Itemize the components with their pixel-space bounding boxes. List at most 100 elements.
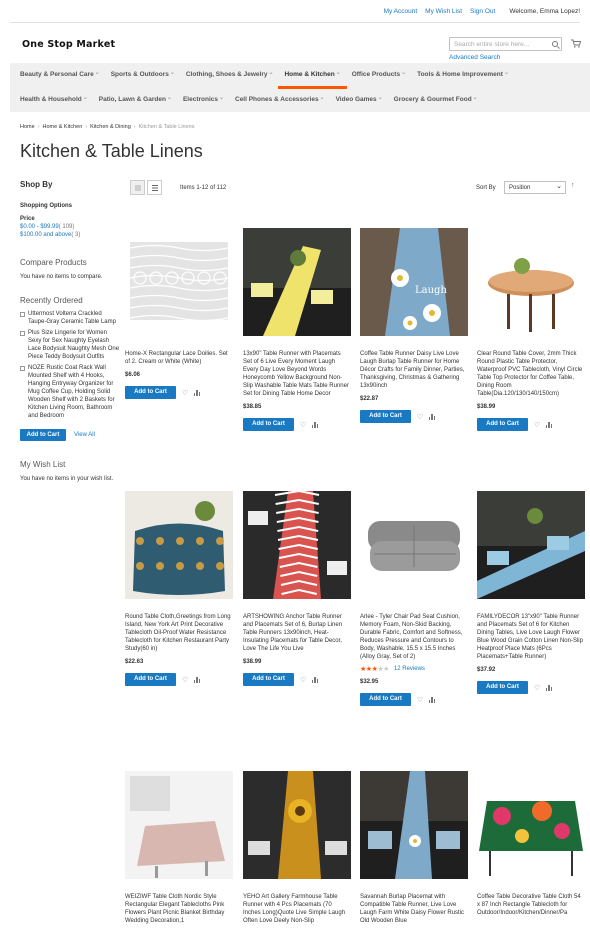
product-image[interactable]: [243, 771, 351, 879]
search-input[interactable]: Search entire store here...: [449, 37, 562, 51]
product-price: $37.92: [477, 667, 496, 673]
product-name[interactable]: Clear Round Table Cover, 2mm Thick Round…: [477, 350, 585, 398]
compare-bars-icon[interactable]: [546, 684, 552, 691]
active-indicator: [278, 86, 347, 89]
search-icon[interactable]: [552, 41, 558, 47]
product-actions: Add to Cart ♡: [477, 418, 585, 431]
product-name[interactable]: Round Table Cloth,Greetings from Long Is…: [125, 613, 233, 653]
add-to-cart-button[interactable]: Add to Cart: [243, 418, 294, 431]
product-name[interactable]: 13x90" Table Runner with Placemats Set o…: [243, 350, 351, 398]
wishlist-heart-icon[interactable]: ♡: [300, 421, 306, 429]
nav-electronics[interactable]: Electronics: [183, 94, 224, 103]
product-name[interactable]: YEHO Art Gallery Farmhouse Table Runner …: [243, 893, 351, 925]
wishlist-heart-icon[interactable]: ♡: [534, 421, 540, 429]
price-range-1[interactable]: $0.00 - $99.99( 109): [20, 224, 120, 230]
product-image[interactable]: [125, 771, 233, 879]
nav-health[interactable]: Health & Household: [20, 94, 88, 103]
list-mode-button[interactable]: [147, 180, 162, 195]
nav-sports[interactable]: Sports & Outdoors: [111, 69, 175, 78]
header-links: My Account My Wish List Sign Out Welcome…: [384, 8, 580, 15]
compare-bars-icon[interactable]: [429, 696, 435, 703]
recent-item-checkbox[interactable]: [20, 330, 25, 336]
arrow-up-icon[interactable]: ↑: [571, 182, 575, 189]
wishlist-heart-icon[interactable]: ♡: [182, 389, 188, 397]
nav-beauty[interactable]: Beauty & Personal Care: [20, 69, 100, 78]
add-to-cart-button[interactable]: Add to Cart: [125, 386, 176, 399]
add-to-cart-button[interactable]: Add to Cart: [125, 673, 176, 686]
product-image[interactable]: [477, 771, 585, 879]
compare-bars-icon[interactable]: [312, 676, 318, 683]
product-image[interactable]: [125, 491, 233, 599]
nav-office[interactable]: Office Products: [352, 69, 407, 78]
recent-add-to-cart-button[interactable]: Add to Cart: [20, 429, 66, 441]
product-image[interactable]: Laugh: [360, 228, 468, 336]
price-range-2[interactable]: $100.00 and above( 3): [20, 232, 120, 238]
breadcrumb-kitchen-dining[interactable]: Kitchen & Dining: [90, 124, 131, 130]
wishlist-heart-icon[interactable]: ♡: [417, 413, 423, 421]
sort-select[interactable]: Position: [504, 181, 566, 194]
product-name[interactable]: Coffee Table Runner Daisy Live Love Laug…: [360, 350, 468, 390]
nav-home-kitchen[interactable]: Home & Kitchen: [278, 69, 347, 89]
nav-grocery[interactable]: Grocery & Gourmet Food: [394, 94, 478, 103]
price-filter-title[interactable]: Price: [20, 216, 120, 222]
product-name[interactable]: ARTSHOWING Anchor Table Runner and Place…: [243, 613, 351, 653]
compare-bars-icon[interactable]: [312, 421, 318, 428]
breadcrumb-home[interactable]: Home: [20, 124, 35, 130]
product-image[interactable]: [243, 228, 351, 336]
advanced-search-link[interactable]: Advanced Search: [449, 54, 500, 61]
product-image[interactable]: [243, 491, 351, 599]
add-to-cart-button[interactable]: Add to Cart: [477, 681, 528, 694]
product-image[interactable]: [360, 491, 468, 599]
product-name[interactable]: Home-X Rectangular Lace Doilies. Set of …: [125, 350, 233, 366]
wishlist-heart-icon[interactable]: ♡: [417, 696, 423, 704]
product-name[interactable]: Savannah Burlap Placemat with Compatible…: [360, 893, 468, 925]
nav-video-games[interactable]: Video Games: [336, 94, 383, 103]
nav-patio[interactable]: Patio, Lawn & Garden: [99, 94, 172, 103]
product-name[interactable]: Arlee - Tyler Chair Pad Seat Cushion, Me…: [360, 613, 468, 661]
sign-out-link[interactable]: Sign Out: [470, 8, 495, 15]
recent-item-checkbox[interactable]: [20, 311, 25, 317]
nav-clothing[interactable]: Clothing, Shoes & Jewelry: [186, 69, 274, 78]
cart-icon[interactable]: [571, 39, 581, 48]
product-name[interactable]: WEIZIWF Table Cloth Nordic Style Rectang…: [125, 893, 233, 925]
recent-item-link[interactable]: Plus Size Lingerie for Women Sexy for Se…: [28, 329, 120, 361]
recent-item-link[interactable]: NOZE Rustic Coat Rack Wall Mounted Shelf…: [28, 364, 120, 420]
reviews-link[interactable]: 12 Reviews: [394, 666, 425, 672]
recent-item-link[interactable]: Uttermost Volterra Crackled Taupe-Gray C…: [28, 310, 120, 326]
add-to-cart-button[interactable]: Add to Cart: [477, 418, 528, 431]
category-nav: Beauty & Personal Care Sports & Outdoors…: [10, 63, 590, 112]
my-wishlist-link[interactable]: My Wish List: [425, 8, 462, 15]
add-to-cart-button[interactable]: Add to Cart: [360, 410, 411, 423]
product-actions: Add to Cart ♡: [243, 418, 351, 431]
add-to-cart-button[interactable]: Add to Cart: [360, 693, 411, 706]
my-account-link[interactable]: My Account: [384, 8, 418, 15]
view-all-link[interactable]: View All: [74, 432, 95, 438]
product-name[interactable]: FAMILYDECOR 13"x90" Table Runner and Pla…: [477, 613, 585, 661]
recent-item-checkbox[interactable]: [20, 365, 25, 371]
wishlist-heading: My Wish List: [20, 460, 66, 469]
product-image[interactable]: [477, 228, 585, 336]
compare-bars-icon[interactable]: [546, 421, 552, 428]
nav-cell-phones[interactable]: Cell Phones & Accessories: [235, 94, 325, 103]
add-to-cart-button[interactable]: Add to Cart: [243, 673, 294, 686]
product-image[interactable]: [360, 771, 468, 879]
compare-bars-icon[interactable]: [194, 389, 200, 396]
wishlist-heart-icon[interactable]: ♡: [534, 684, 540, 692]
store-logo[interactable]: One Stop Market: [22, 39, 115, 50]
product-name[interactable]: Coffee Table Decorative Table Cloth 54 x…: [477, 893, 585, 917]
product-image[interactable]: [125, 228, 233, 336]
compare-empty-text: You have no items to compare.: [20, 274, 103, 280]
breadcrumb-home-kitchen[interactable]: Home & Kitchen: [43, 124, 83, 130]
wishlist-heart-icon[interactable]: ♡: [300, 676, 306, 684]
compare-bars-icon[interactable]: [194, 676, 200, 683]
grid-mode-button[interactable]: [130, 180, 145, 195]
wishlist-heart-icon[interactable]: ♡: [182, 676, 188, 684]
shop-by-heading: Shop By: [20, 180, 53, 189]
nav-tools[interactable]: Tools & Home Improvement: [417, 69, 509, 78]
search-placeholder: Search entire store here...: [454, 41, 530, 48]
list-icon: [152, 185, 158, 191]
product-item: ARTSHOWING Anchor Table Runner and Place…: [243, 491, 351, 686]
product-image[interactable]: [477, 491, 585, 599]
product-actions: Add to Cart ♡: [125, 673, 233, 686]
compare-bars-icon[interactable]: [429, 413, 435, 420]
